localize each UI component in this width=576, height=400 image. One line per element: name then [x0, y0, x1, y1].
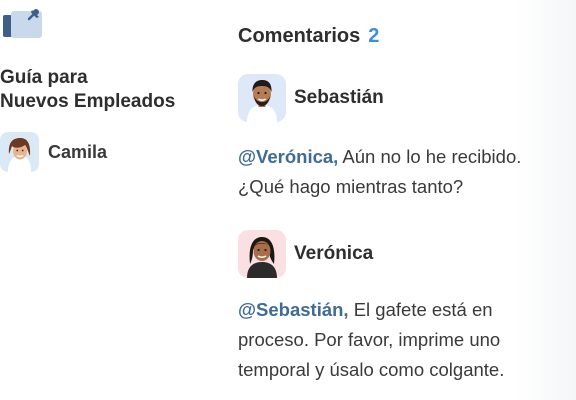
pin-folder-icon[interactable]: [2, 6, 42, 40]
comment-line: @Verónica, Aún no lo he recibido.: [238, 142, 558, 172]
document-author[interactable]: Camila: [0, 132, 107, 172]
mention-link[interactable]: @Sebastián,: [238, 299, 349, 320]
comment-item: Sebastián @Verónica, Aún no lo he recibi…: [238, 74, 558, 202]
comment-body: @Verónica, Aún no lo he recibido. ¿Qué h…: [238, 142, 558, 202]
comment-line: @Sebastián, El gafete está en: [238, 295, 558, 325]
document-panel: Guía para Nuevos Empleados Camila: [0, 0, 220, 400]
comment-text: Aún no lo he recibido.: [338, 146, 522, 167]
document-title-line-2: Nuevos Empleados: [0, 91, 176, 112]
document-title-line-1: Guía para: [0, 67, 88, 88]
comment-body: @Sebastián, El gafete está en proceso. P…: [238, 295, 558, 385]
avatar-sebastian[interactable]: [238, 74, 286, 122]
avatar-veronica[interactable]: [238, 230, 286, 278]
comment-header: Sebastián: [238, 74, 558, 122]
comment-author[interactable]: Sebastián: [294, 87, 384, 109]
avatar-camila: [0, 132, 39, 172]
comment-line: proceso. Por favor, imprime uno: [238, 329, 501, 350]
document-title: Guía para Nuevos Empleados: [0, 66, 215, 114]
comments-count-badge: 2: [368, 25, 380, 47]
author-name: Camila: [48, 141, 108, 162]
comment-line: temporal y úsalo como colgante.: [238, 359, 505, 380]
comment-line: ¿Qué hago mientras tanto?: [238, 176, 464, 197]
comment-header: Verónica: [238, 230, 558, 278]
mention-link[interactable]: @Verónica,: [238, 146, 338, 167]
comment-item: Verónica @Sebastián, El gafete está en p…: [238, 230, 558, 385]
comment-text: El gafete está en: [348, 299, 493, 320]
comments-title: Comentarios: [238, 25, 361, 47]
comment-author[interactable]: Verónica: [294, 243, 373, 265]
comments-header: Comentarios 2: [238, 25, 379, 48]
